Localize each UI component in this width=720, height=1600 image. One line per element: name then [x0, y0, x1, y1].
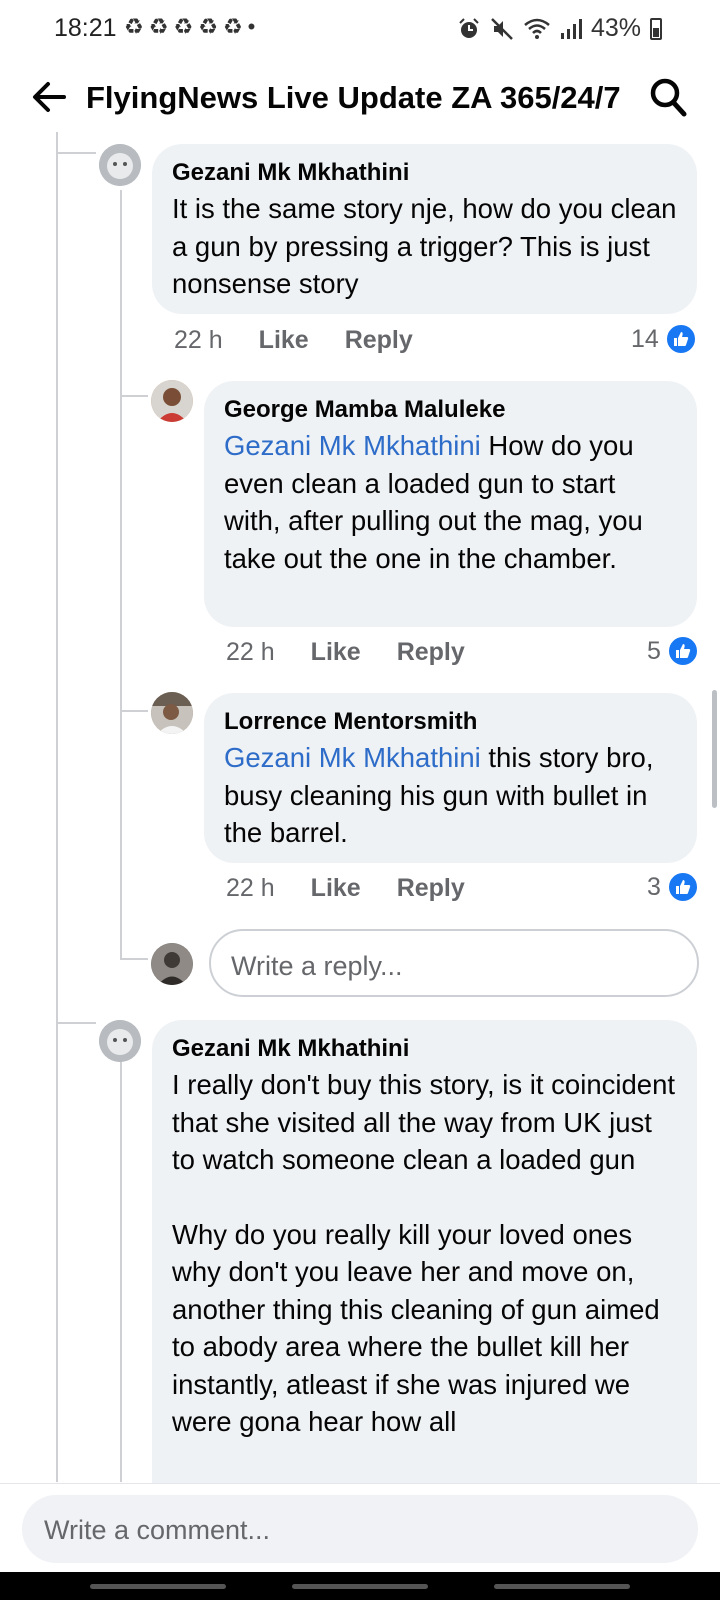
avatar-image	[151, 380, 193, 422]
status-right: 43%	[457, 14, 662, 43]
thumbs-up-icon	[664, 323, 697, 355]
comment-actions: 22 h Like Reply	[174, 326, 449, 355]
comment-author[interactable]: Lorrence Mentorsmith	[224, 705, 677, 739]
notification-icons: ♻ ♻ ♻ ♻ ♻ •	[124, 14, 255, 40]
comment-author[interactable]: Gezani Mk Mkhathini	[172, 1032, 677, 1066]
reply-input[interactable]: Write a reply...	[209, 929, 699, 997]
thread-line	[56, 1022, 96, 1024]
thread-line	[56, 152, 96, 154]
battery-icon	[650, 17, 662, 40]
recycle-icon: ♻	[173, 14, 194, 39]
comment-text: I really don't buy this story, is it coi…	[172, 1069, 676, 1175]
signal-icon	[560, 18, 582, 39]
thread-line	[120, 395, 148, 397]
reply-button[interactable]: Reply	[345, 326, 413, 355]
avatar-image	[99, 1020, 141, 1062]
status-bar: 18:21 ♻ ♻ ♻ ♻ ♻ • 43%	[0, 0, 720, 56]
mention-link[interactable]: Gezani Mk Mkhathini	[224, 430, 481, 461]
mute-icon	[491, 17, 513, 40]
mention-link[interactable]: Gezani Mk Mkhathini	[224, 742, 481, 773]
avatar-image	[151, 692, 193, 734]
avatar[interactable]	[99, 144, 141, 186]
reply-button[interactable]: Reply	[397, 638, 465, 667]
like-button[interactable]: Like	[311, 638, 361, 667]
comment-author[interactable]: Gezani Mk Mkhathini	[172, 156, 677, 190]
recycle-icon: ♻	[198, 14, 218, 39]
reaction-number: 3	[647, 872, 661, 901]
comment-bubble[interactable]: George Mamba Maluleke Gezani Mk Mkhathin…	[204, 381, 697, 627]
avatar-image	[99, 144, 141, 186]
like-button[interactable]: Like	[259, 326, 309, 355]
app-header: FlyingNews Live Update ZA 365/24/7	[0, 66, 720, 130]
recycle-icon: ♻	[148, 14, 169, 39]
dot-icon: •	[247, 14, 256, 39]
reaction-count[interactable]: 5	[647, 635, 699, 667]
comment-input[interactable]: Write a comment...	[22, 1495, 698, 1563]
comment-author[interactable]: George Mamba Maluleke	[224, 393, 677, 427]
wifi-icon	[524, 18, 550, 39]
thumbs-up-icon	[666, 871, 699, 903]
avatar[interactable]	[151, 380, 193, 422]
comment-bubble[interactable]: Gezani Mk Mkhathini I really don't buy t…	[152, 1020, 697, 1540]
system-nav-bar	[0, 1572, 720, 1600]
comment-text: Gezani Mk Mkhathini How do you even clea…	[224, 427, 677, 577]
reply-button[interactable]: Reply	[397, 874, 465, 903]
thread-line	[120, 1048, 122, 1482]
back-arrow-icon[interactable]	[28, 76, 70, 118]
like-button[interactable]: Like	[311, 874, 361, 903]
reaction-count[interactable]: 3	[647, 871, 699, 903]
status-time: 18:21	[54, 14, 117, 42]
alarm-icon	[459, 17, 479, 38]
nav-home-button[interactable]	[292, 1584, 428, 1589]
scrollbar[interactable]	[712, 690, 717, 808]
reaction-number: 14	[631, 324, 659, 353]
thread-line	[120, 710, 148, 712]
thread-line	[120, 190, 122, 960]
comment-text: Gezani Mk Mkhathini this story bro, busy…	[224, 739, 677, 852]
comment-actions: 22 h Like Reply	[226, 874, 501, 903]
comment-time[interactable]: 22 h	[174, 326, 223, 355]
thread-line	[56, 132, 58, 1482]
battery-percent: 43%	[590, 14, 641, 42]
avatar-image	[151, 943, 193, 985]
page-title: FlyingNews Live Update ZA 365/24/7	[86, 80, 621, 115]
search-icon[interactable]	[648, 76, 688, 118]
nav-back-button[interactable]	[494, 1584, 630, 1589]
comment-time[interactable]: 22 h	[226, 638, 275, 667]
thumbs-up-icon	[666, 635, 699, 667]
comment-text-paragraph: Why do you really kill your loved ones w…	[172, 1218, 660, 1438]
comment-actions: 22 h Like Reply	[226, 638, 501, 667]
comment-text: It is the same story nje, how do you cle…	[172, 193, 677, 299]
avatar[interactable]	[151, 692, 193, 734]
avatar[interactable]	[99, 1020, 141, 1062]
avatar	[151, 943, 193, 985]
recycle-icon: ♻	[222, 14, 243, 39]
comment-time[interactable]: 22 h	[226, 874, 275, 903]
recycle-icon: ♻	[124, 14, 144, 39]
thread-line	[120, 958, 148, 960]
comment-bubble[interactable]: Lorrence Mentorsmith Gezani Mk Mkhathini…	[204, 693, 697, 863]
reaction-count[interactable]: 14	[631, 323, 697, 355]
comment-bubble[interactable]: Gezani Mk Mkhathini It is the same story…	[152, 144, 697, 314]
nav-recents-button[interactable]	[90, 1584, 226, 1589]
reaction-number: 5	[647, 636, 661, 665]
